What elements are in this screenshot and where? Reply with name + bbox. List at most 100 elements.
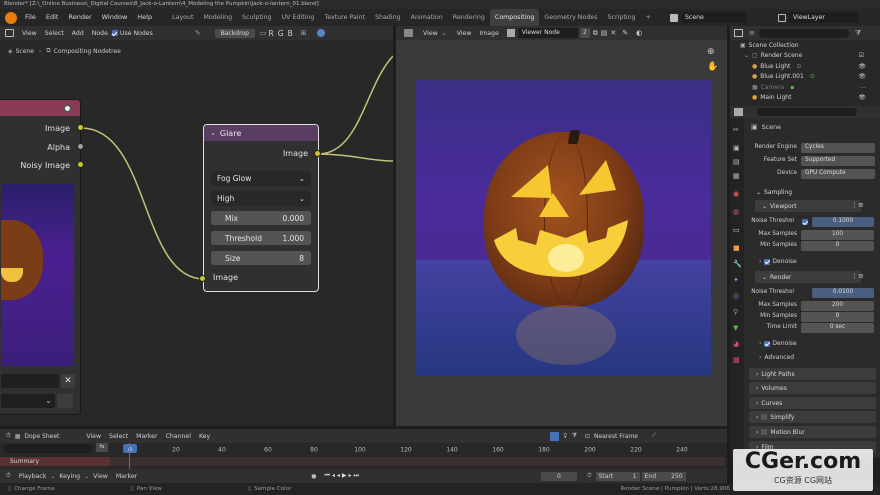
tl-search-input[interactable] <box>4 444 92 453</box>
start-frame-field[interactable]: Start 1 <box>595 471 640 481</box>
layer-dropdown[interactable]: ⌄ <box>1 394 55 408</box>
playback-controls-icon[interactable]: ⏮◂◂▶▸⏭ <box>324 472 360 480</box>
collapse-chevron-icon[interactable]: ⌄ <box>210 129 216 137</box>
render-denoise-checkbox[interactable] <box>764 340 771 347</box>
image-name-field[interactable] <box>1 374 59 388</box>
eye-icon[interactable]: 👁 <box>858 94 866 101</box>
feature-set-dropdown[interactable]: Supported <box>801 156 875 166</box>
socket-glare-in[interactable] <box>199 275 206 282</box>
menu-edit[interactable]: Edit <box>41 9 64 26</box>
viewport-noise-threshold-checkbox[interactable] <box>802 219 808 225</box>
render-noise-threshold-field[interactable]: 0.0100 <box>812 288 874 298</box>
eye-icon[interactable]: 👁 <box>858 73 866 80</box>
duplicate-icon[interactable]: ⧉ <box>593 29 598 38</box>
glare-type-dropdown[interactable]: Fog Glow ⌄ <box>211 171 311 186</box>
folder-icon[interactable]: ▤ <box>601 29 608 37</box>
menu-window[interactable]: Window <box>97 9 133 26</box>
render-max-samples-field[interactable]: 200 <box>801 301 874 311</box>
tl-swap-icon[interactable]: ⇆ <box>96 443 108 452</box>
tl-menu-marker[interactable]: Marker <box>132 433 161 440</box>
nearest-frame-dropdown[interactable]: Nearest Frame <box>594 433 638 440</box>
dopesheet-mode-icon[interactable]: ▦ <box>15 433 21 440</box>
particles-tab-icon[interactable]: ✦ <box>733 276 739 284</box>
browse-icon[interactable] <box>57 394 73 408</box>
tl-menu-channel[interactable]: Channel <box>162 433 195 440</box>
viewport-presets-icon[interactable]: ⋮≡ <box>851 201 864 209</box>
viewlayer-selector[interactable]: ViewLayer <box>789 12 859 23</box>
image-menu-view[interactable]: View <box>453 30 476 37</box>
ghost-icon[interactable]: ⊽ <box>563 433 567 440</box>
visibility-checkbox-icon[interactable]: ☑ <box>859 52 864 59</box>
simplify-panel[interactable]: › Simplify <box>749 411 876 423</box>
tool-tab-icon[interactable]: ✂ <box>733 126 739 134</box>
data-tab-icon[interactable]: ▼ <box>733 324 738 332</box>
clear-x-icon[interactable]: ✕ <box>61 374 75 388</box>
outliner-funnel-icon[interactable]: ⧩ <box>855 29 861 38</box>
dopesheet-type-icon[interactable]: ⏱ <box>6 432 11 440</box>
viewport-max-samples-field[interactable]: 100 <box>801 230 874 240</box>
render-min-samples-field[interactable]: 0 <box>801 312 874 322</box>
blender-logo-icon[interactable] <box>5 11 17 24</box>
menu-render[interactable]: Render <box>63 9 96 26</box>
tab-geometry-nodes[interactable]: Geometry Nodes <box>539 9 602 26</box>
properties-search-input[interactable] <box>757 108 857 116</box>
image-slot[interactable]: 2 <box>579 28 590 38</box>
eye-icon[interactable]: 👁 <box>858 63 866 70</box>
glare-threshold-field[interactable]: Threshold 1.000 <box>211 231 311 245</box>
tab-sculpting[interactable]: Sculpting <box>237 9 276 26</box>
glare-mix-field[interactable]: Mix 0.000 <box>211 211 311 225</box>
add-workspace-icon[interactable]: + <box>641 9 656 26</box>
glare-node[interactable]: ⌄ Glare Image Fog Glow ⌄ High ⌄ Mix 0.00… <box>203 124 319 292</box>
menu-view[interactable]: View <box>89 473 112 480</box>
render-denoise-row[interactable]: › Denoise <box>759 340 797 347</box>
record-icon[interactable]: ● <box>311 473 316 480</box>
socket-glare-out[interactable] <box>314 150 321 157</box>
proportional-icon[interactable]: ⟋ <box>652 432 656 440</box>
scene-selector[interactable]: Scene <box>681 12 747 23</box>
tl-menu-view[interactable]: View <box>82 433 105 440</box>
tab-texture-paint[interactable]: Texture Paint <box>319 9 370 26</box>
sampling-panel-header[interactable]: ⌄ Sampling <box>749 186 876 198</box>
viewer-node-selector[interactable]: Viewer Node <box>517 28 578 38</box>
tab-compositing[interactable]: Compositing <box>489 9 540 26</box>
menu-file[interactable]: File <box>20 9 41 26</box>
tab-scripting[interactable]: Scripting <box>603 9 641 26</box>
render-tab-icon[interactable]: ▣ <box>733 144 740 152</box>
tab-shading[interactable]: Shading <box>370 9 406 26</box>
menu-marker[interactable]: Marker <box>112 473 141 480</box>
pan-hand-icon[interactable]: ✋ <box>707 62 718 72</box>
tab-animation[interactable]: Animation <box>406 9 448 26</box>
viewport-subpanel-header[interactable]: ⌄ Viewport <box>755 200 861 212</box>
menu-playback[interactable]: Playback <box>15 473 51 480</box>
render-engine-dropdown[interactable]: Cycles <box>801 143 875 153</box>
motion-blur-panel[interactable]: › Motion Blur <box>749 426 876 438</box>
zoom-icon[interactable]: ⊕ <box>707 47 715 57</box>
outliner-search-input[interactable] <box>758 28 849 38</box>
viewport-denoise-row[interactable]: › Denoise <box>759 258 797 265</box>
image-menu-image[interactable]: Image <box>475 30 502 37</box>
world-tab-icon[interactable]: ◍ <box>733 208 739 216</box>
current-frame-field[interactable]: 0 <box>540 471 577 481</box>
socket-noisy-image-out[interactable] <box>77 161 84 168</box>
tab-layout[interactable]: Layout <box>167 9 198 26</box>
end-frame-field[interactable]: End 250 <box>641 471 686 481</box>
motion-blur-checkbox[interactable] <box>761 429 768 435</box>
menu-help[interactable]: Help <box>132 9 157 26</box>
advanced-row[interactable]: › Advanced <box>759 354 794 361</box>
viewport-denoise-checkbox[interactable] <box>764 258 771 265</box>
viewport-min-samples-field[interactable]: 0 <box>801 241 874 251</box>
tab-modeling[interactable]: Modeling <box>199 9 238 26</box>
outliner-item-blue-light-001[interactable]: ● Blue Light.001 ⊙ 👁 <box>730 72 880 83</box>
display-channels-icon[interactable]: ◐ <box>636 29 642 37</box>
glare-size-field[interactable]: Size 8 <box>211 251 311 265</box>
physics-tab-icon[interactable]: ◎ <box>733 292 739 300</box>
collection-tab-icon[interactable]: ▭ <box>733 226 740 234</box>
output-tab-icon[interactable]: ▤ <box>733 158 740 166</box>
playhead-line[interactable] <box>129 443 130 469</box>
tl-menu-select[interactable]: Select <box>105 433 132 440</box>
image-view-dropdown[interactable]: View <box>419 30 442 37</box>
device-dropdown[interactable]: GPU Compute <box>801 169 875 179</box>
object-tab-icon[interactable]: ■ <box>733 244 740 252</box>
modifier-tab-icon[interactable]: 🔧 <box>733 260 742 268</box>
view-layer-tab-icon[interactable]: ▦ <box>733 172 740 180</box>
